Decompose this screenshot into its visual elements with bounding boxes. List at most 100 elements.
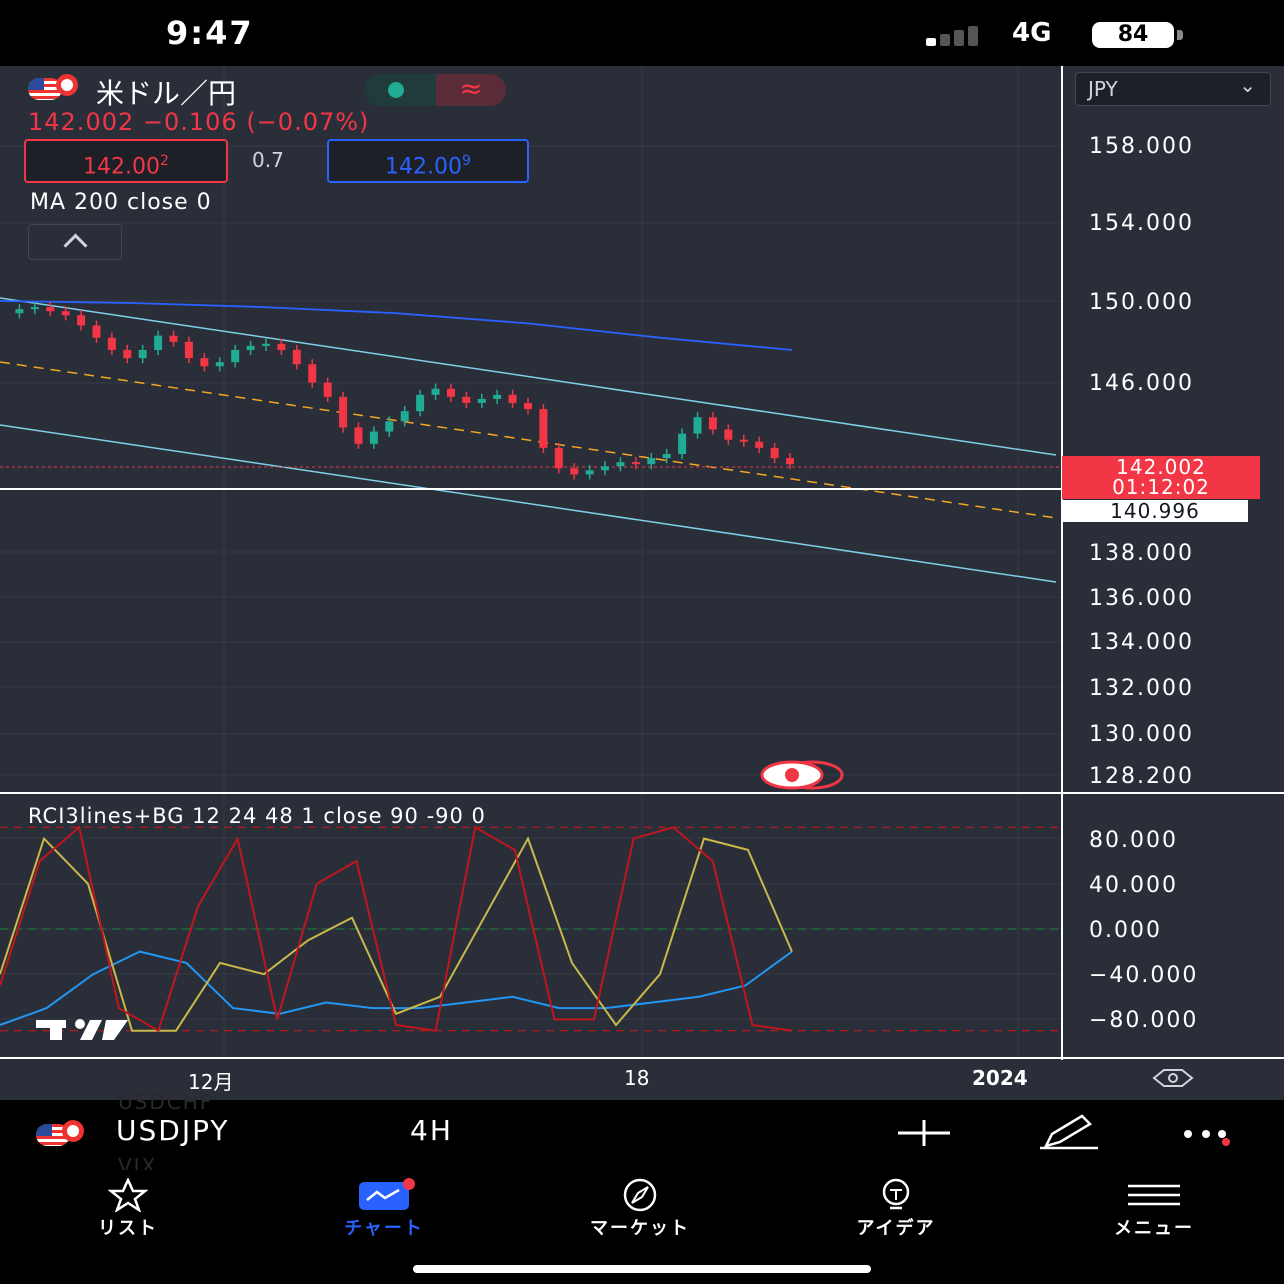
- candle-body: [200, 358, 209, 367]
- drawing-tools-icon[interactable]: [1038, 1112, 1102, 1152]
- candle-body: [493, 394, 502, 399]
- candle-body: [739, 439, 748, 442]
- candle-body: [770, 447, 779, 459]
- currency-select[interactable]: JPY ⌄: [1075, 72, 1271, 106]
- candle-body: [585, 470, 594, 475]
- candle-body: [724, 429, 733, 440]
- candle-body: [416, 394, 425, 412]
- rci-24-line[interactable]: [0, 836, 793, 1032]
- nav-item-chart[interactable]: チャート: [294, 1178, 474, 1248]
- nav-item-list[interactable]: リスト: [38, 1178, 218, 1248]
- price-axis-label: 134.000: [1089, 630, 1194, 655]
- candle-body: [755, 441, 764, 448]
- nav-item-ideas[interactable]: アイデア: [806, 1178, 986, 1248]
- tradingview-logo-icon: [36, 1019, 128, 1040]
- cellular-signal-icon: [926, 24, 990, 46]
- candle-body: [107, 337, 116, 350]
- timeframe-selector[interactable]: 4H: [410, 1114, 453, 1147]
- ma-200-line[interactable]: [0, 300, 793, 351]
- ghost-symbol-above: USDCHF: [118, 1090, 214, 1114]
- home-indicator[interactable]: [413, 1265, 871, 1273]
- buy-price: 142.00: [385, 154, 463, 180]
- candle-body: [15, 309, 24, 314]
- nav-label: リスト: [98, 1218, 158, 1239]
- price-axis-label: 154.000: [1089, 211, 1194, 236]
- last-price-value: 142.002: [1116, 455, 1206, 479]
- candle-body: [431, 388, 440, 395]
- sell-price-sup: 2: [160, 153, 169, 169]
- candle-body: [184, 341, 193, 359]
- battery-tip: [1177, 30, 1183, 40]
- candle-body: [77, 315, 86, 326]
- candle-body: [246, 345, 255, 350]
- candle-body: [616, 462, 625, 467]
- wave-icon: ≈: [436, 74, 506, 106]
- rci-axis-label: −40.000: [1089, 963, 1199, 988]
- price-axis-label: 130.000: [1089, 722, 1194, 747]
- star-icon: [108, 1178, 148, 1212]
- candle-body: [477, 398, 486, 403]
- candle-body: [508, 394, 517, 403]
- jp-flag-icon: [62, 1120, 84, 1142]
- collapse-legend-button[interactable]: [28, 224, 122, 260]
- channel-lower-line[interactable]: [0, 424, 1057, 583]
- candle-body: [786, 458, 794, 465]
- candle-body: [46, 307, 55, 312]
- rci-axis-label: 80.000: [1089, 828, 1178, 853]
- battery-icon: 84: [1092, 22, 1174, 48]
- chart-legend: 米ドル／円 ≈ 142.002 −0.106 (−0.07%) 142.002 …: [0, 66, 1060, 266]
- symbol-selector[interactable]: USDJPY: [116, 1114, 229, 1147]
- sell-button[interactable]: 142.002: [24, 139, 228, 183]
- candlestick-series[interactable]: [15, 302, 794, 480]
- nav-label: チャート: [344, 1218, 424, 1239]
- candle-body: [339, 396, 348, 428]
- rci-axis-label: 40.000: [1089, 873, 1178, 898]
- symbol-title[interactable]: 米ドル／円: [96, 72, 236, 112]
- time-axis-label: 2024: [972, 1066, 1028, 1090]
- candle-body: [154, 335, 163, 350]
- channel-upper-line[interactable]: [0, 297, 1057, 456]
- candle-body: [61, 311, 70, 316]
- candle-body: [292, 349, 301, 365]
- candle-body: [215, 362, 224, 367]
- menu-icon: [1128, 1184, 1180, 1206]
- candle-body: [708, 417, 717, 430]
- buy-price-sup: 9: [462, 153, 471, 169]
- add-icon[interactable]: [898, 1120, 950, 1146]
- rci-indicator-label[interactable]: RCI3lines+BG 12 24 48 1 close 90 -90 0: [28, 804, 486, 828]
- nav-label: マーケット: [590, 1218, 690, 1239]
- nav-item-markets[interactable]: マーケット: [550, 1178, 730, 1248]
- sell-price: 142.00: [83, 154, 161, 180]
- candle-body: [354, 427, 363, 444]
- market-open-icon: [364, 74, 436, 106]
- lightbulb-icon: [882, 1178, 910, 1210]
- candle-body: [400, 411, 409, 422]
- horizontal-line-badge: 140.996: [1062, 500, 1248, 522]
- more-icon[interactable]: [1182, 1124, 1242, 1148]
- chart-icon: [359, 1178, 415, 1210]
- candle-body: [277, 343, 286, 350]
- channel-mid-line[interactable]: [0, 361, 1057, 519]
- rci-axis-label: −80.000: [1089, 1008, 1199, 1033]
- spread-value: 0.7: [252, 148, 284, 172]
- bar-countdown: 01:12:02: [1112, 475, 1210, 499]
- candle-body: [570, 468, 579, 475]
- candle-body: [662, 454, 671, 459]
- nav-item-menu[interactable]: メニュー: [1064, 1178, 1244, 1248]
- market-status-toggle[interactable]: ≈: [364, 74, 506, 106]
- last-price-badge: 142.002 01:12:02: [1062, 456, 1260, 499]
- candle-body: [169, 335, 178, 342]
- replay-icon[interactable]: [758, 760, 846, 790]
- time-axis-settings-icon[interactable]: [1152, 1068, 1194, 1088]
- price-axis-label: 158.000: [1089, 134, 1194, 159]
- candle-body: [369, 431, 378, 444]
- candle-body: [92, 325, 101, 338]
- price-axis-label: 128.200: [1089, 764, 1194, 789]
- candle-body: [631, 462, 640, 465]
- ma-indicator-label[interactable]: MA 200 close 0: [30, 190, 212, 215]
- price-axis-label: 138.000: [1089, 541, 1194, 566]
- candle-body: [601, 466, 610, 471]
- candle-body: [308, 364, 317, 383]
- candle-body: [678, 433, 687, 454]
- buy-button[interactable]: 142.009: [327, 139, 529, 183]
